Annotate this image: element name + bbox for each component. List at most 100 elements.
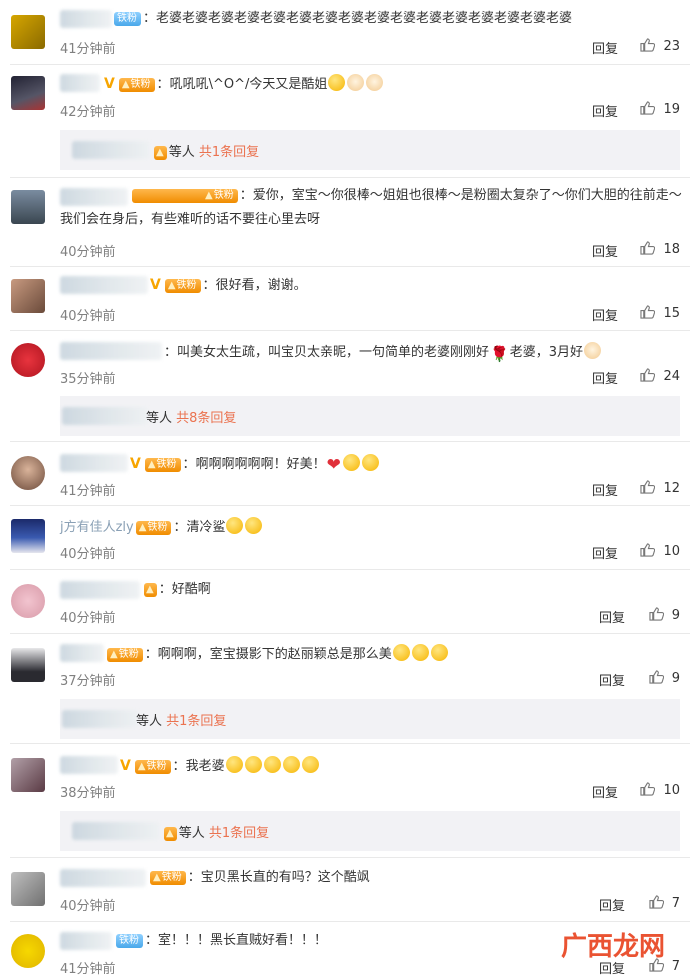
user-name[interactable] <box>62 710 138 728</box>
fan-badge: ▲铁粉 <box>132 189 238 203</box>
user-name[interactable] <box>72 141 150 159</box>
fan-badge: ▲铁粉 <box>118 78 155 92</box>
like-count: 15 <box>663 306 680 321</box>
sub-replies[interactable]: 等人 共1条回复 <box>60 699 680 739</box>
comment-text: 啊啊啊，室宝摄影下的赵丽颖总是那么美 <box>157 647 392 662</box>
like-count: 7 <box>671 896 680 911</box>
reply-button[interactable]: 回复 <box>592 782 618 801</box>
like-count: 10 <box>663 544 680 559</box>
thumbs-up-icon <box>649 607 664 621</box>
avatar[interactable] <box>11 190 45 224</box>
shocked-emoji-icon <box>411 644 429 661</box>
timestamp: 41分钟前 <box>60 962 116 977</box>
like-button[interactable]: 9 <box>649 670 680 686</box>
avatar[interactable] <box>11 758 45 792</box>
like-button[interactable]: 10 <box>640 543 680 559</box>
user-name[interactable] <box>60 932 112 950</box>
avatar[interactable] <box>11 584 45 618</box>
thumbs-up-icon <box>640 305 656 319</box>
reply-button[interactable]: 回复 <box>592 305 618 324</box>
user-name[interactable] <box>60 869 146 887</box>
view-replies-link[interactable]: 共1条回复 <box>199 145 259 160</box>
like-button[interactable]: 23 <box>640 38 680 54</box>
user-name[interactable]: j方有佳人zly <box>60 520 134 535</box>
avatar[interactable] <box>11 76 45 110</box>
avatar[interactable] <box>11 15 45 49</box>
reply-button[interactable]: 回复 <box>592 241 618 260</box>
like-button[interactable]: 10 <box>640 782 680 798</box>
user-name[interactable] <box>60 74 100 92</box>
timestamp: 41分钟前 <box>60 484 116 499</box>
thumbs-up-icon <box>640 480 656 494</box>
comment-item: V ▲铁粉 ：我老婆 38分钟前 回复 10 <box>0 744 700 806</box>
avatar[interactable] <box>11 456 45 490</box>
like-count: 19 <box>663 102 680 117</box>
drool-emoji-icon <box>225 756 243 773</box>
timestamp: 40分钟前 <box>60 245 116 260</box>
sub-replies[interactable]: 等人 共8条回复 <box>60 396 680 436</box>
thumbs-up-icon <box>640 543 656 557</box>
view-replies-link[interactable]: 共1条回复 <box>166 714 226 729</box>
thumbs-up-icon <box>640 368 656 382</box>
timestamp: 40分钟前 <box>60 899 116 914</box>
avatar[interactable] <box>11 343 45 377</box>
reply-button[interactable]: 回复 <box>592 480 618 499</box>
like-button[interactable]: 12 <box>640 480 680 496</box>
avatar[interactable] <box>11 279 45 313</box>
avatar[interactable] <box>11 519 45 553</box>
reply-button[interactable]: 回复 <box>592 543 618 562</box>
timestamp: 37分钟前 <box>60 674 116 689</box>
user-name[interactable] <box>60 644 104 662</box>
user-name[interactable] <box>60 454 128 472</box>
comment-text: 老婆老婆老婆老婆老婆老婆老婆老婆老婆老婆老婆老婆老婆老婆老婆老婆 <box>156 11 573 26</box>
comment-text: 清冷鲨 <box>186 520 226 535</box>
user-name[interactable] <box>60 342 162 360</box>
dog-emoji-icon <box>584 342 601 359</box>
thumbs-up-icon <box>640 782 656 796</box>
like-button[interactable]: 19 <box>640 101 680 117</box>
reply-button[interactable]: 回复 <box>592 101 618 120</box>
user-name[interactable] <box>60 756 118 774</box>
avatar[interactable] <box>11 872 45 906</box>
sub-replies[interactable]: ▲ 等人 共1条回复 <box>60 130 680 170</box>
reply-button[interactable]: 回复 <box>599 670 625 689</box>
like-button[interactable]: 18 <box>640 241 680 257</box>
reply-button[interactable]: 回复 <box>599 607 625 626</box>
sub-replies[interactable]: ▲ 等人 共1条回复 <box>60 811 680 851</box>
like-button[interactable]: 7 <box>649 895 680 911</box>
like-button[interactable]: 15 <box>640 305 680 321</box>
user-name[interactable] <box>60 276 148 294</box>
reply-button[interactable]: 回复 <box>592 368 618 387</box>
comment-item: V ▲铁粉 ：吼吼吼\^O^/今天又是酷姐 42分钟前 回复 19 <box>0 65 700 125</box>
comment-text: 好酷啊 <box>171 582 211 597</box>
crying-emoji-icon <box>361 454 379 471</box>
view-replies-link[interactable]: 共8条回复 <box>176 411 236 426</box>
user-name[interactable] <box>60 581 140 599</box>
like-count: 9 <box>671 671 680 686</box>
reply-button[interactable]: 回复 <box>599 895 625 914</box>
comment-text: 很好看，谢谢。 <box>215 278 307 293</box>
dog-emoji-icon <box>366 74 384 91</box>
fan-badge: ▲ <box>154 146 167 160</box>
comment-text-tail: 老婆，3月好 <box>509 345 583 360</box>
timestamp: 41分钟前 <box>60 42 116 57</box>
fan-badge: ▲铁粉 <box>144 458 181 472</box>
heart-emoji-icon: ❤ <box>326 455 341 475</box>
fan-badge: ▲ <box>144 583 157 597</box>
timestamp: 40分钟前 <box>60 547 116 562</box>
view-replies-link[interactable]: 共1条回复 <box>209 826 269 841</box>
user-name[interactable] <box>60 10 112 28</box>
reply-button[interactable]: 回复 <box>592 38 618 57</box>
shocked-emoji-icon <box>392 644 410 661</box>
avatar[interactable] <box>11 648 45 682</box>
thumbs-up-icon <box>640 101 656 115</box>
user-name[interactable] <box>72 822 160 840</box>
like-button[interactable]: 9 <box>649 607 680 623</box>
user-name[interactable] <box>62 407 148 425</box>
comment-text: 宝贝黑长直的有吗？这个酷飒 <box>200 870 370 885</box>
drool-emoji-icon <box>244 756 262 773</box>
heart-eyes-emoji-icon <box>342 454 360 471</box>
kiss-emoji-icon <box>245 517 263 534</box>
like-button[interactable]: 24 <box>640 368 680 384</box>
avatar[interactable] <box>11 934 45 968</box>
